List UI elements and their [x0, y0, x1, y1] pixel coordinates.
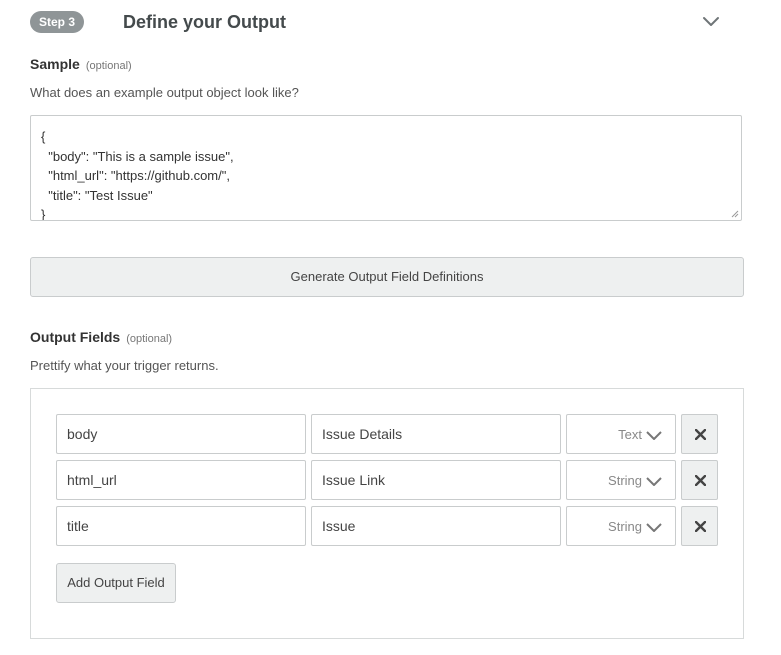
- chevron-down-icon: [646, 477, 662, 486]
- close-icon: [695, 429, 706, 440]
- close-icon: [695, 475, 706, 486]
- output-fields-optional-tag: (optional): [126, 333, 173, 345]
- field-type-select[interactable]: String: [566, 460, 676, 500]
- output-fields-label: Output Fields (optional): [30, 329, 172, 345]
- define-output-section: Step 3 Define your Output Sample (optiona…: [0, 0, 781, 655]
- output-fields-label-text: Output Fields: [30, 329, 121, 345]
- field-key-input[interactable]: title: [56, 506, 306, 546]
- sample-textarea[interactable]: { "body": "This is a sample issue", "htm…: [30, 115, 742, 221]
- generate-output-fields-button[interactable]: Generate Output Field Definitions: [30, 257, 744, 297]
- remove-field-button[interactable]: [681, 506, 718, 546]
- step-header[interactable]: Step 3 Define your Output: [30, 10, 720, 34]
- field-type-select[interactable]: Text: [566, 414, 676, 454]
- resize-handle-icon[interactable]: [731, 210, 739, 218]
- step-badge: Step 3: [30, 11, 85, 33]
- sample-label: Sample (optional): [30, 56, 132, 72]
- step-title: Define your Output: [123, 12, 286, 32]
- field-label-input[interactable]: Issue Details: [311, 414, 561, 454]
- field-type-value: String: [608, 519, 642, 534]
- remove-field-button[interactable]: [681, 414, 718, 454]
- field-label-input[interactable]: Issue: [311, 506, 561, 546]
- field-key-input[interactable]: body: [56, 414, 306, 454]
- close-icon: [695, 521, 706, 532]
- sample-label-text: Sample: [30, 56, 80, 72]
- field-key-input[interactable]: html_url: [56, 460, 306, 500]
- sample-help-text: What does an example output object look …: [30, 85, 299, 100]
- field-label-input[interactable]: Issue Link: [311, 460, 561, 500]
- add-output-field-button[interactable]: Add Output Field: [56, 563, 176, 603]
- output-fields-help-text: Prettify what your trigger returns.: [30, 358, 219, 373]
- chevron-down-icon: [646, 523, 662, 532]
- remove-field-button[interactable]: [681, 460, 718, 500]
- field-type-value: String: [608, 473, 642, 488]
- field-type-value: Text: [618, 427, 642, 442]
- sample-optional-tag: (optional): [85, 60, 132, 72]
- chevron-down-icon[interactable]: [702, 14, 720, 30]
- field-type-select[interactable]: String: [566, 506, 676, 546]
- output-fields-panel: body Issue Details Text html_url Issue L…: [30, 388, 744, 639]
- sample-textarea-value: { "body": "This is a sample issue", "htm…: [41, 129, 234, 221]
- chevron-down-icon: [646, 431, 662, 440]
